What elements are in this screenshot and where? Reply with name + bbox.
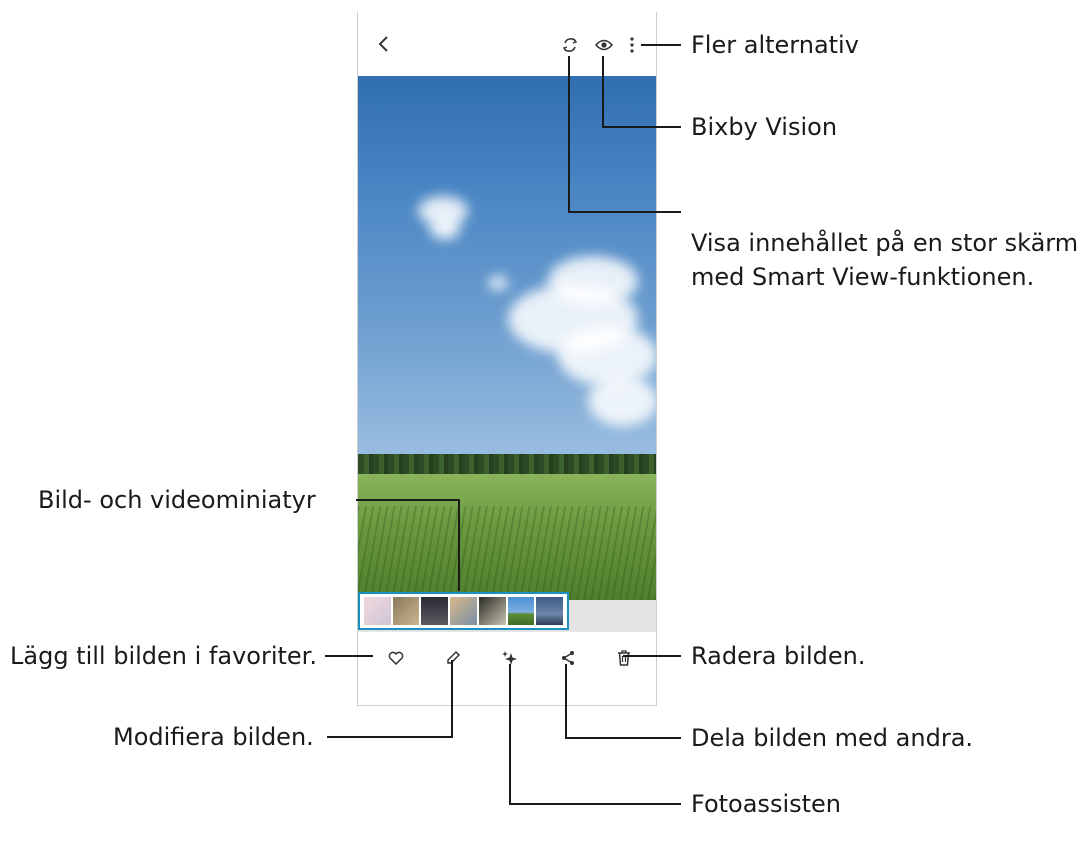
- label-smart-view-line2: med Smart View-funktionen.: [691, 263, 1035, 291]
- label-photo-assist: Fotoassisten: [691, 790, 841, 818]
- thumbnail[interactable]: [450, 597, 477, 625]
- callout-line: [565, 664, 567, 739]
- back-icon[interactable]: [372, 32, 396, 56]
- label-delete: Radera bilden.: [691, 642, 866, 670]
- callout-line: [568, 211, 681, 213]
- callout-line: [356, 499, 460, 501]
- top-bar: [358, 12, 656, 76]
- phone-screen: [357, 12, 657, 706]
- label-bixby-vision: Bixby Vision: [691, 113, 838, 141]
- callout-line: [602, 56, 604, 128]
- tree-line: [358, 454, 656, 476]
- photo-viewer[interactable]: [358, 76, 656, 600]
- label-more-options: Fler alternativ: [691, 31, 859, 59]
- thumbnail[interactable]: [507, 597, 535, 625]
- smart-view-icon[interactable]: [559, 34, 581, 56]
- label-favorite: Lägg till bilden i favoriter.: [10, 642, 317, 670]
- thumbnail[interactable]: [536, 597, 564, 625]
- callout-line: [509, 803, 681, 805]
- share-icon[interactable]: [556, 646, 580, 670]
- label-smart-view-line1: Visa innehållet på en stor skärm: [691, 229, 1079, 257]
- callout-line: [568, 56, 570, 213]
- callout-line: [641, 44, 681, 46]
- callout-line: [451, 660, 453, 738]
- callout-line: [602, 126, 681, 128]
- heart-icon[interactable]: [384, 646, 408, 670]
- label-share: Dela bilden med andra.: [691, 724, 974, 752]
- bixby-vision-icon[interactable]: [593, 34, 615, 56]
- label-edit: Modifiera bilden.: [113, 723, 314, 751]
- trash-icon[interactable]: [612, 646, 636, 670]
- callout-line: [509, 664, 511, 805]
- thumbnail[interactable]: [478, 597, 506, 625]
- callout-line: [327, 736, 453, 738]
- thumbnail-strip[interactable]: [358, 592, 569, 630]
- thumbnail[interactable]: [392, 597, 420, 625]
- thumbnail[interactable]: [364, 597, 391, 625]
- pencil-icon[interactable]: [441, 646, 465, 670]
- more-options-icon[interactable]: [624, 34, 640, 56]
- thumbnail[interactable]: [421, 597, 449, 625]
- callout-line: [325, 655, 373, 657]
- callout-line: [565, 737, 681, 739]
- callout-line: [623, 655, 681, 657]
- bottom-toolbar: [358, 632, 656, 705]
- label-thumbnails: Bild- och videominiatyr: [38, 486, 316, 514]
- callout-line: [458, 499, 460, 591]
